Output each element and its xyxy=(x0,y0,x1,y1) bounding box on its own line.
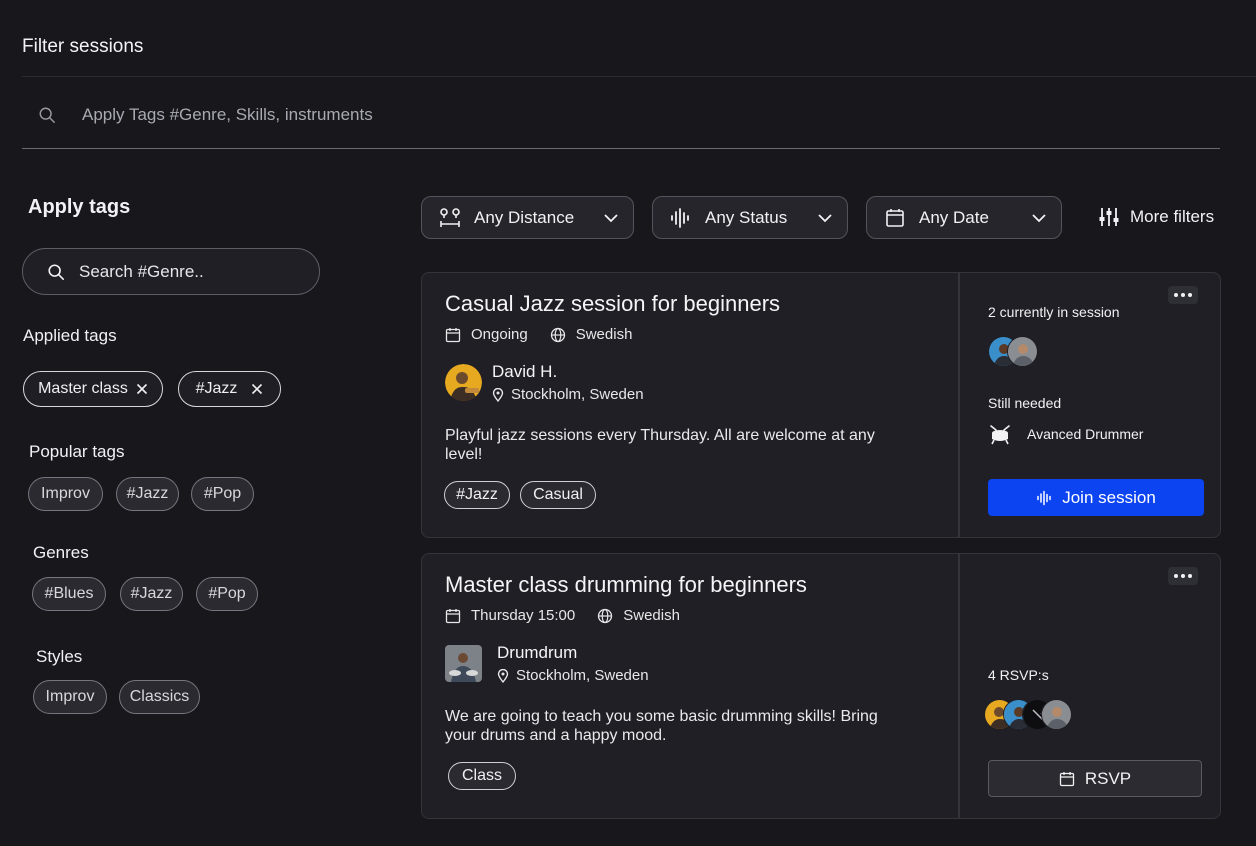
styles-heading: Styles xyxy=(36,647,83,666)
close-icon[interactable] xyxy=(136,383,148,395)
tag-chip[interactable]: Improv xyxy=(33,680,107,714)
session-language: Swedish xyxy=(623,607,680,624)
distance-dropdown[interactable]: Any Distance xyxy=(421,196,634,239)
avatar xyxy=(1041,699,1072,730)
date-label: Any Date xyxy=(919,207,989,227)
genres-heading: Genres xyxy=(33,543,89,562)
drum-icon xyxy=(990,425,1010,445)
needed-label: Still needed xyxy=(988,395,1062,411)
host[interactable]: David H. Stockholm, Sweden xyxy=(445,362,644,403)
host-name: David H. xyxy=(492,362,558,381)
popular-tags-heading: Popular tags xyxy=(29,442,125,461)
chip-label: #Jazz xyxy=(195,380,238,397)
sliders-icon xyxy=(1099,208,1119,226)
tag-chip[interactable]: Improv xyxy=(28,477,103,511)
host[interactable]: Drumdrum Stockholm, Sweden xyxy=(445,643,649,684)
host-location: Stockholm, Sweden xyxy=(492,386,644,403)
tag-chip[interactable]: #Pop xyxy=(191,477,254,511)
audio-wave-icon xyxy=(671,207,689,228)
rsvp-button[interactable]: RSVP xyxy=(988,760,1202,797)
search-underline xyxy=(22,148,1220,149)
status-label: Any Status xyxy=(705,207,788,227)
card-divider xyxy=(958,554,960,818)
chip-label: Master class xyxy=(38,380,128,397)
tag-chip[interactable]: #Pop xyxy=(196,577,258,611)
page-title: Filter sessions xyxy=(22,36,144,57)
tag-chip[interactable]: #Blues xyxy=(32,577,106,611)
tag-search[interactable] xyxy=(22,248,320,295)
session-meta: Thursday 15:00 Swedish xyxy=(445,607,680,624)
join-session-label: Join session xyxy=(1062,487,1156,507)
more-filters-button[interactable]: More filters xyxy=(1098,206,1214,228)
session-title: Master class drumming for beginners xyxy=(445,572,807,597)
needed-role-text: Avanced Drummer xyxy=(1027,426,1144,442)
participants-label: 2 currently in session xyxy=(988,304,1120,320)
session-title: Casual Jazz session for beginners xyxy=(445,291,781,316)
host-location: Stockholm, Sweden xyxy=(497,667,649,684)
calendar-icon xyxy=(1059,771,1074,786)
search-icon xyxy=(39,107,55,123)
more-options-icon[interactable] xyxy=(1168,567,1198,585)
session-meta: Ongoing Swedish xyxy=(445,326,632,343)
rsvp-label: RSVP xyxy=(1084,768,1132,788)
audio-wave-icon xyxy=(1037,490,1051,505)
participant-avatars xyxy=(984,699,1072,730)
chevron-down-icon xyxy=(604,213,618,222)
session-tag[interactable]: Casual xyxy=(520,481,596,509)
location-text: Stockholm, Sweden xyxy=(511,386,644,403)
search-input[interactable] xyxy=(80,104,1084,126)
globe-icon xyxy=(550,327,565,342)
participants-label: 4 RSVP:s xyxy=(988,667,1049,683)
host-name: Drumdrum xyxy=(497,643,578,662)
calendar-icon xyxy=(445,327,461,342)
host-avatar xyxy=(445,364,482,401)
card-divider xyxy=(958,273,960,537)
search-icon xyxy=(48,263,65,280)
session-tag[interactable]: #Jazz xyxy=(444,481,510,509)
applied-tag-chip[interactable]: Master class xyxy=(23,371,163,407)
more-options-icon[interactable] xyxy=(1168,286,1198,304)
status-dropdown[interactable]: Any Status xyxy=(652,196,848,239)
tag-chip[interactable]: Classics xyxy=(119,680,200,714)
session-card[interactable]: Casual Jazz session for beginners Ongoin… xyxy=(421,272,1221,538)
applied-tags-heading: Applied tags xyxy=(23,326,117,345)
location-pin-icon xyxy=(497,668,509,683)
tag-search-input[interactable] xyxy=(77,260,281,283)
close-icon[interactable] xyxy=(251,383,263,395)
session-when: Ongoing xyxy=(471,326,528,343)
session-language: Swedish xyxy=(575,326,633,343)
session-description: We are going to teach you some basic dru… xyxy=(445,708,878,744)
main-search[interactable] xyxy=(22,100,1220,130)
participant-avatars xyxy=(988,336,1038,367)
chevron-down-icon xyxy=(818,213,832,222)
avatar xyxy=(1007,336,1038,367)
more-filters-label: More filters xyxy=(1130,207,1215,226)
session-card[interactable]: Master class drumming for beginners Thur… xyxy=(421,553,1221,819)
date-dropdown[interactable]: Any Date xyxy=(866,196,1062,239)
location-text: Stockholm, Sweden xyxy=(516,667,649,684)
join-session-button[interactable]: Join session xyxy=(988,479,1204,516)
distance-label: Any Distance xyxy=(474,207,575,227)
chevron-down-icon xyxy=(1032,213,1046,222)
applied-tag-chip[interactable]: #Jazz xyxy=(178,371,281,407)
calendar-icon xyxy=(445,608,461,623)
location-pin-icon xyxy=(492,387,504,402)
globe-icon xyxy=(598,608,613,623)
sidebar-title: Apply tags xyxy=(28,196,131,218)
tag-chip[interactable]: #Jazz xyxy=(116,477,179,511)
session-when: Thursday 15:00 xyxy=(471,607,576,624)
session-tag[interactable]: Class xyxy=(448,762,516,790)
host-avatar xyxy=(445,645,482,682)
distance-icon xyxy=(440,207,460,227)
session-description: Playful jazz sessions every Thursday. Al… xyxy=(445,427,875,463)
calendar-icon xyxy=(886,208,904,227)
divider xyxy=(22,76,1256,77)
tag-chip[interactable]: #Jazz xyxy=(120,577,183,611)
needed-role: Avanced Drummer xyxy=(988,422,1143,446)
